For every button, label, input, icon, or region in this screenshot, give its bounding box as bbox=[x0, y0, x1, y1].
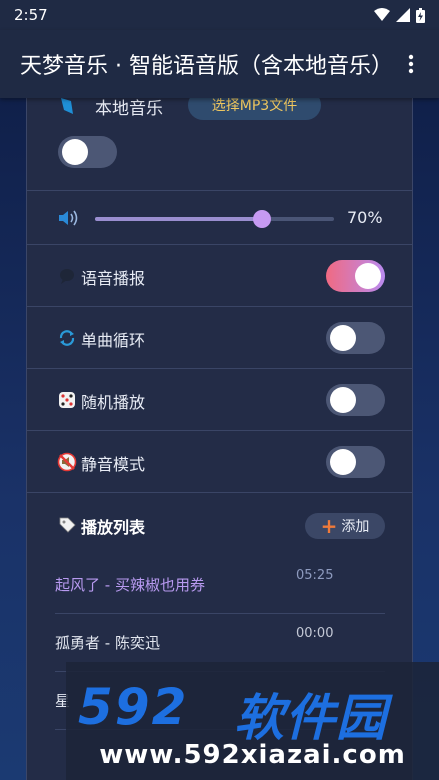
background-left bbox=[0, 98, 26, 780]
volume-icon bbox=[59, 210, 78, 226]
volume-value: 70% bbox=[347, 208, 383, 227]
song-duration: 05:25 bbox=[296, 568, 334, 583]
setting-label: 单曲循环 bbox=[81, 331, 146, 350]
signal-icon bbox=[396, 8, 410, 22]
volume-row: 70% bbox=[27, 191, 412, 245]
dice-icon bbox=[57, 390, 77, 410]
music-file-icon bbox=[61, 98, 73, 114]
repeat-icon bbox=[57, 328, 77, 348]
shuffle-toggle[interactable] bbox=[326, 384, 385, 416]
voice-broadcast-toggle[interactable] bbox=[326, 260, 385, 292]
toggle-knob bbox=[330, 449, 356, 475]
setting-label: 随机播放 bbox=[81, 393, 146, 412]
speech-bubble-icon bbox=[57, 266, 77, 286]
mute-icon bbox=[57, 452, 77, 472]
watermark-logo-number: 592 bbox=[78, 678, 189, 736]
volume-slider-fill bbox=[95, 217, 263, 221]
song-title: 起风了 - 买辣椒也用券 bbox=[55, 576, 205, 594]
add-song-button[interactable]: + 添加 bbox=[305, 513, 385, 539]
battery-icon bbox=[416, 7, 425, 23]
song-duration: 00:00 bbox=[296, 626, 334, 641]
wifi-icon bbox=[374, 8, 390, 21]
setting-row-mute: 静音模式 bbox=[27, 431, 412, 493]
overflow-menu-icon[interactable] bbox=[399, 52, 423, 76]
toggle-knob bbox=[330, 325, 356, 351]
watermark-overlay: 592 软件园 www.592xiazai.com bbox=[66, 662, 439, 780]
setting-label: 静音模式 bbox=[81, 455, 146, 474]
playlist-header: 播放列表 + 添加 bbox=[27, 494, 412, 556]
setting-row-shuffle: 随机播放 bbox=[27, 369, 412, 431]
status-time: 2:57 bbox=[14, 6, 48, 24]
repeat-one-toggle[interactable] bbox=[326, 322, 385, 354]
status-bar: 2:57 bbox=[0, 0, 439, 30]
setting-row-voice-broadcast: 语音播报 bbox=[27, 245, 412, 307]
plus-icon: + bbox=[320, 514, 338, 538]
setting-label: 语音播报 bbox=[81, 269, 146, 288]
add-button-label: 添加 bbox=[341, 519, 370, 535]
song-title: 孤勇者 - 陈奕迅 bbox=[55, 634, 160, 652]
local-music-row: 本地音乐 选择MP3文件 bbox=[27, 90, 412, 191]
watermark-url: www.592xiazai.com bbox=[99, 740, 406, 770]
setting-row-repeat-one: 单曲循环 bbox=[27, 307, 412, 369]
playlist-title: 播放列表 bbox=[81, 518, 146, 537]
local-music-toggle[interactable] bbox=[58, 136, 117, 168]
toggle-knob bbox=[62, 139, 88, 165]
playlist-item[interactable]: 起风了 - 买辣椒也用券 05:25 bbox=[55, 556, 385, 614]
tag-icon bbox=[57, 515, 77, 535]
mute-toggle[interactable] bbox=[326, 446, 385, 478]
toggle-knob bbox=[330, 387, 356, 413]
volume-slider-thumb[interactable] bbox=[253, 210, 272, 228]
app-bar: 天梦音乐 · 智能语音版（含本地音乐） bbox=[0, 30, 439, 98]
volume-slider[interactable] bbox=[95, 210, 334, 228]
app-title: 天梦音乐 · 智能语音版（含本地音乐） bbox=[20, 54, 393, 79]
toggle-knob bbox=[355, 263, 381, 289]
